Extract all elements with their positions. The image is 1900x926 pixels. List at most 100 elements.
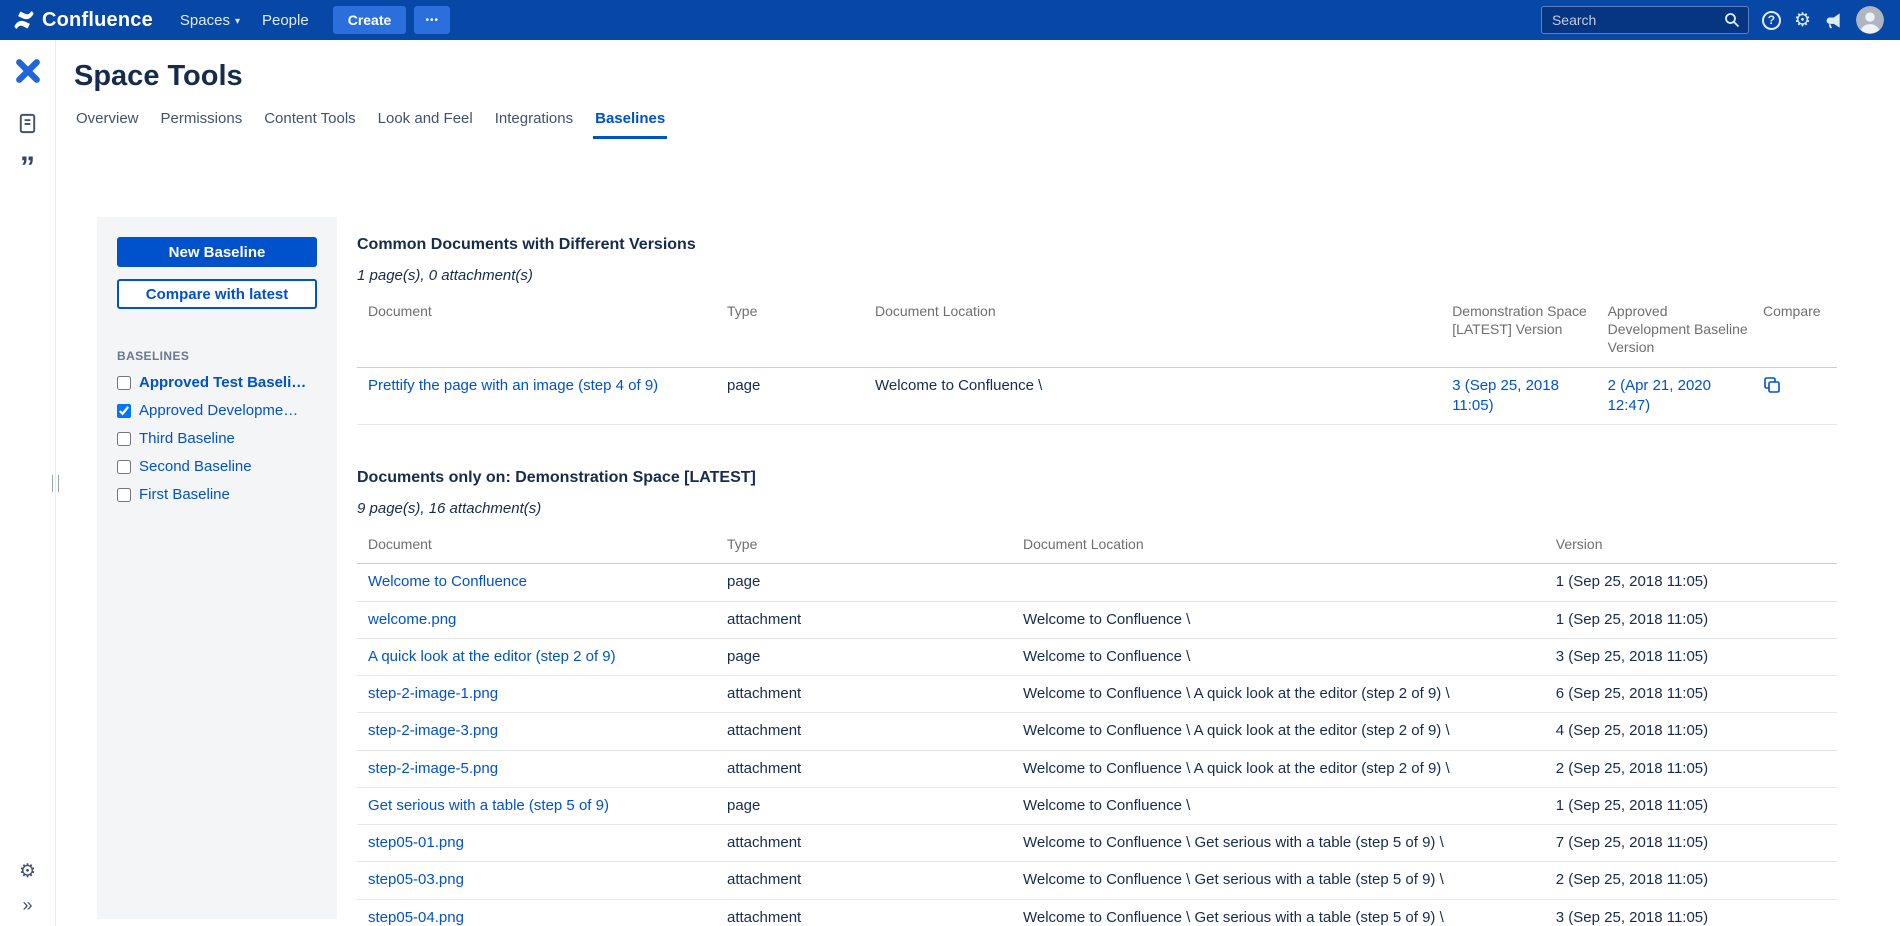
- tab-label: Permissions: [160, 110, 243, 127]
- chevrons-right-icon: »: [22, 895, 33, 915]
- document-type: attachment: [727, 610, 802, 628]
- tab[interactable]: Content Tools: [262, 110, 357, 139]
- document-location: Welcome to Confluence \ A quick look at …: [1023, 685, 1450, 702]
- document-version: 1 (Sep 25, 2018 11:05): [1555, 796, 1709, 814]
- latest-version-link[interactable]: 3 (Sep 25, 2018 11:05): [1452, 377, 1559, 414]
- document-link[interactable]: A quick look at the editor (step 2 of 9): [368, 648, 616, 665]
- tab[interactable]: Permissions: [159, 110, 245, 139]
- baseline-version-link[interactable]: 2 (Apr 21, 2020 12:47): [1608, 377, 1711, 414]
- pages-button[interactable]: [16, 112, 39, 138]
- document-version: 3 (Sep 25, 2018 11:05): [1555, 908, 1709, 926]
- compare-icon[interactable]: [1763, 376, 1781, 394]
- tab[interactable]: Overview: [74, 110, 141, 139]
- column-header: Type: [727, 296, 875, 368]
- table-row: A quick look at the editor (step 2 of 9)…: [357, 638, 1837, 677]
- avatar-button[interactable]: [1856, 6, 1884, 34]
- baseline-checkbox[interactable]: [117, 459, 131, 474]
- baseline-list-item: Approved Test Baseli…: [117, 374, 317, 391]
- tab[interactable]: Look and Feel: [376, 110, 475, 139]
- baseline-link[interactable]: Second Baseline: [139, 458, 252, 475]
- document-link[interactable]: step-2-image-3.png: [368, 722, 498, 739]
- document-location: Welcome to Confluence \ A quick look at …: [1023, 722, 1450, 740]
- baselines-content: New Baseline Compare with latest BASELIN…: [97, 217, 1900, 926]
- document-type: attachment: [727, 834, 802, 851]
- baseline-checkbox[interactable]: [117, 375, 131, 390]
- column-header: Demonstration Space [LATEST] Version: [1452, 296, 1608, 368]
- new-baseline-button[interactable]: New Baseline: [117, 237, 317, 267]
- table-row: step05-01.png attachment Welcome to Conf…: [357, 824, 1837, 863]
- column-header: Document Location: [1023, 529, 1556, 565]
- help-button[interactable]: ?: [1761, 10, 1781, 30]
- nav-menu-item[interactable]: People: [251, 0, 325, 40]
- search-input[interactable]: [1549, 11, 1724, 29]
- document-location: Welcome to Confluence \: [1023, 647, 1191, 665]
- nav-menu-item-label: People: [261, 11, 309, 29]
- document-location: Welcome to Confluence \ A quick look at …: [1023, 759, 1450, 777]
- chevron-down-icon: ▾: [234, 15, 240, 27]
- document-link[interactable]: Welcome to Confluence: [368, 573, 527, 590]
- document-type: attachment: [727, 759, 802, 777]
- create-button[interactable]: Create: [332, 6, 407, 34]
- document-link[interactable]: step-2-image-5.png: [368, 760, 498, 777]
- document-link[interactable]: Get serious with a table (step 5 of 9): [368, 797, 609, 814]
- tab[interactable]: Integrations: [493, 110, 575, 139]
- table-row: Welcome to Confluence page 1 (Sep 25, 20…: [357, 563, 1837, 602]
- app-body: ” ⚙ » Space Tools Overview Permissions C…: [0, 40, 1900, 926]
- table-row: step05-04.png attachment Welcome to Conf…: [357, 899, 1837, 926]
- baseline-list-item: Approved Developme…: [117, 402, 317, 419]
- document-link[interactable]: step05-04.png: [368, 909, 464, 926]
- baseline-link[interactable]: First Baseline: [139, 486, 230, 503]
- document-type: attachment: [727, 871, 802, 889]
- top-navigation: Confluence Spaces ▾ People Create ••• ?: [0, 0, 1900, 40]
- table-header-row: Document Type Document Location Demonstr…: [357, 296, 1837, 368]
- column-header: Approved Development Baseline Version: [1607, 296, 1763, 368]
- more-menu-button[interactable]: •••: [414, 6, 451, 34]
- document-version: 1 (Sep 25, 2018 11:05): [1555, 573, 1709, 591]
- document-type: page: [727, 647, 761, 665]
- page-title: Space Tools: [74, 60, 243, 92]
- space-logo[interactable]: [12, 56, 44, 88]
- column-header: Compare: [1762, 296, 1837, 368]
- latest-documents-summary: 9 page(s), 16 attachment(s): [357, 500, 542, 518]
- document-link[interactable]: step05-03.png: [368, 871, 464, 888]
- table-row: step05-03.png attachment Welcome to Conf…: [357, 861, 1837, 900]
- baseline-link[interactable]: Approved Test Baseli…: [139, 374, 306, 391]
- document-link[interactable]: Prettify the page with an image (step 4 …: [368, 377, 658, 394]
- space-settings-button[interactable]: ⚙: [19, 862, 36, 881]
- confluence-logo-text: Confluence: [42, 8, 153, 31]
- blog-quotes-button[interactable]: ”: [20, 153, 35, 183]
- search-icon[interactable]: [1724, 12, 1740, 28]
- tab[interactable]: Baselines: [593, 110, 668, 139]
- column-header: Document: [357, 296, 727, 368]
- baseline-link[interactable]: Third Baseline: [139, 430, 235, 447]
- common-documents-summary: 1 page(s), 0 attachment(s): [357, 267, 533, 284]
- document-link[interactable]: step05-01.png: [368, 834, 464, 851]
- baselines-list-header: BASELINES: [117, 349, 190, 363]
- column-header: Document: [357, 529, 727, 565]
- latest-documents-title: Documents only on: Demonstration Space […: [357, 469, 756, 487]
- baseline-link[interactable]: Approved Developme…: [139, 402, 298, 419]
- document-type: attachment: [727, 722, 802, 740]
- settings-button[interactable]: ⚙: [1794, 11, 1811, 30]
- document-location: Welcome to Confluence \: [1023, 610, 1191, 628]
- tab-label: Integrations: [494, 110, 574, 127]
- expand-sidebar-button[interactable]: »: [22, 896, 32, 914]
- baseline-checkbox[interactable]: [117, 403, 131, 418]
- document-type: attachment: [727, 908, 802, 926]
- document-link[interactable]: step-2-image-1.png: [368, 685, 498, 702]
- sidebar-resize-handle[interactable]: [52, 475, 59, 492]
- help-icon: ?: [1761, 10, 1781, 30]
- confluence-logo[interactable]: Confluence: [12, 8, 153, 32]
- document-link[interactable]: welcome.png: [368, 611, 456, 628]
- document-type: page: [727, 573, 761, 591]
- avatar: [1856, 6, 1884, 34]
- table-row: welcome.png attachment Welcome to Conflu…: [357, 601, 1837, 639]
- baseline-checkbox[interactable]: [117, 487, 131, 502]
- documents-column: Common Documents with Different Versions…: [357, 217, 1837, 926]
- announcement-button[interactable]: [1824, 11, 1843, 30]
- document-location: Welcome to Confluence \: [875, 376, 1043, 394]
- compare-with-latest-button[interactable]: Compare with latest: [117, 279, 317, 309]
- pages-icon: [19, 113, 36, 134]
- baseline-checkbox[interactable]: [117, 431, 131, 446]
- nav-menu-item[interactable]: Spaces ▾: [169, 0, 251, 40]
